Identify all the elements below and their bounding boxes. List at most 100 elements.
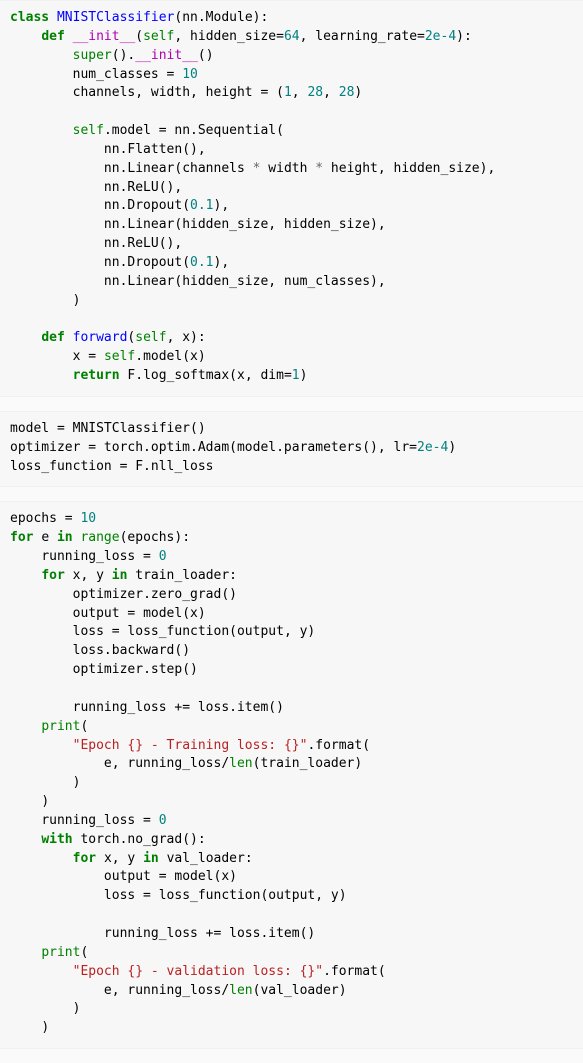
args-part: , hidden_size=: [174, 29, 284, 44]
fn-format: format: [315, 738, 362, 753]
code-text: ): [41, 1020, 49, 1035]
code-block-3[interactable]: epochs = 10 for e in range(epochs): runn…: [10, 510, 573, 1038]
bi-len: len: [229, 756, 252, 771]
nn-dropout2b: ),: [214, 255, 230, 270]
num-lr2: 2e-4: [417, 440, 448, 455]
code-text: ): [73, 1001, 81, 1016]
code-cell-3: epochs = 10 for e in range(epochs): runn…: [0, 501, 583, 1049]
code-text: .model = nn.Sequential(: [104, 123, 284, 138]
nn-relu2: nn.ReLU(),: [104, 236, 182, 251]
bi-print: print: [41, 719, 80, 734]
nn-linear1b: width: [260, 161, 315, 176]
code-text: x, y: [104, 851, 143, 866]
kw-for: for: [10, 530, 41, 545]
code-line: loss = loss_function(output, y): [104, 888, 347, 903]
code-text: running_loss =: [41, 549, 158, 564]
paren-close: ):: [456, 29, 472, 44]
self-kw: self: [73, 123, 104, 138]
code-text: ): [354, 85, 362, 100]
self-kw2: self: [135, 330, 166, 345]
nn-dropout1b: ),: [214, 198, 230, 213]
code-text: (: [80, 945, 88, 960]
code-text: ): [448, 440, 456, 455]
code-text: (epochs):: [120, 530, 190, 545]
code-text: e, running_loss/: [104, 983, 229, 998]
num-28b: 28: [339, 85, 355, 100]
code-text: (): [198, 48, 214, 63]
num-10: 10: [182, 67, 198, 82]
code-text: train_loader:: [135, 568, 237, 583]
code-text: .: [323, 964, 331, 979]
paren-close2: ): [73, 293, 81, 308]
class-bases: (nn.Module):: [174, 10, 268, 25]
num-0b: 0: [159, 813, 167, 828]
self-kw3: self: [104, 349, 135, 364]
code-text: torch.no_grad():: [80, 832, 205, 847]
code-text: running_loss =: [41, 813, 158, 828]
code-block-2[interactable]: model = MNISTClassifier() optimizer = to…: [10, 420, 573, 477]
kw-for2: for: [41, 568, 72, 583]
dunder-init: __init__: [73, 29, 136, 44]
num-1: 1: [284, 85, 292, 100]
args-rest2: , x):: [167, 330, 206, 345]
code-text: x =: [73, 349, 104, 364]
num-0p1a: 0.1: [190, 198, 213, 213]
code-text: (: [362, 738, 370, 753]
kw-def: def: [41, 29, 72, 44]
nn-relu1: nn.ReLU(),: [104, 180, 182, 195]
code-line: optimizer.step(): [73, 662, 198, 677]
code-text: (train_loader): [253, 756, 363, 771]
code-line: running_loss += loss.item(): [104, 926, 315, 941]
code-text: .model(x): [135, 349, 205, 364]
nn-linear1c: height, hidden_size),: [323, 161, 495, 176]
num-28a: 28: [307, 85, 323, 100]
code-text: ,: [323, 85, 339, 100]
code-line: loss = loss_function(output, y): [73, 624, 316, 639]
code-cell-2: model = MNISTClassifier() optimizer = to…: [0, 411, 583, 488]
code-line: loss_function = F.nll_loss: [10, 459, 214, 474]
paren-open: (: [135, 29, 143, 44]
class-name: MNISTClassifier: [57, 10, 174, 25]
str-val: "Epoch {} - validation loss: {}": [73, 964, 323, 979]
nn-linear3: nn.Linear(hidden_size, num_classes),: [104, 274, 386, 289]
code-text: ): [41, 794, 49, 809]
kw-in2: in: [112, 568, 135, 583]
code-line: running_loss += loss.item(): [73, 700, 284, 715]
bi-print2: print: [41, 945, 80, 960]
num-0a: 0: [159, 549, 167, 564]
code-line: output = model(x): [73, 606, 206, 621]
num-1b: 1: [292, 368, 300, 383]
args-part2: , learning_rate=: [300, 29, 425, 44]
num-0p1b: 0.1: [190, 255, 213, 270]
nn-flatten: nn.Flatten(),: [104, 142, 206, 157]
self-kw: self: [143, 29, 174, 44]
num-64: 64: [284, 29, 300, 44]
nn-dropout1a: nn.Dropout(: [104, 198, 190, 213]
kw-return: return: [73, 368, 128, 383]
str-train: "Epoch {} - Training loss: {}": [73, 738, 308, 753]
code-text: x, y: [73, 568, 112, 583]
kw-for3: for: [73, 851, 104, 866]
code-text: optimizer = torch.optim.Adam(model.param…: [10, 440, 417, 455]
op-mul2: *: [315, 161, 323, 176]
code-text: ): [300, 368, 308, 383]
code-text: val_loader:: [167, 851, 253, 866]
super-call: super: [73, 48, 112, 63]
num-10b: 10: [80, 511, 96, 526]
code-line: optimizer.zero_grad(): [73, 587, 237, 602]
code-text: ().: [112, 48, 135, 63]
code-text: epochs =: [10, 511, 80, 526]
bi-range: range: [80, 530, 119, 545]
code-line: loss.backward(): [73, 643, 190, 658]
code-text: ): [73, 775, 81, 790]
code-line: output = model(x): [104, 869, 237, 884]
kw-in3: in: [143, 851, 166, 866]
nn-dropout2a: nn.Dropout(: [104, 255, 190, 270]
code-block-1[interactable]: class MNISTClassifier(nn.Module): def __…: [10, 9, 573, 386]
bi-len2: len: [229, 983, 252, 998]
code-text: num_classes =: [73, 67, 183, 82]
code-text: ,: [292, 85, 308, 100]
fn-format2: format: [331, 964, 378, 979]
code-line: model = MNISTClassifier(): [10, 421, 206, 436]
code-text: (: [80, 719, 88, 734]
